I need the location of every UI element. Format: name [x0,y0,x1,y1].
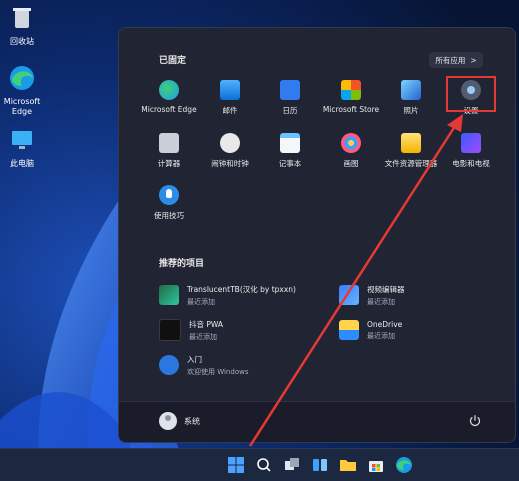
app-label: 日历 [282,106,298,115]
pinned-app-clock[interactable]: 闹钟和时钟 [198,133,262,169]
clock-icon [220,133,240,153]
pinned-app-edge[interactable]: Microsoft Edge [137,80,201,114]
pinned-app-movies[interactable]: 电影和电视 [439,133,503,169]
recommended-title: 推荐的项目 [159,259,205,269]
app-label: 记事本 [278,159,302,168]
calculator-icon [159,133,179,153]
desktop-icon-label: 此电脑 [10,159,34,168]
app-label: 使用技巧 [154,211,184,220]
pinned-app-store[interactable]: Microsoft Store [319,80,383,114]
calendar-icon [280,80,300,100]
widgets-icon [313,459,327,471]
tips-icon [159,185,179,205]
edge-icon [10,66,34,90]
douyin-icon [159,319,181,341]
windows-logo-icon [228,457,244,473]
recommended-title-text: TranslucentTB(汉化 by tpxxn) [187,284,296,294]
recommended-title-text: OneDrive [367,319,403,329]
all-apps-label: 所有应用 [435,55,466,65]
recommended-subtitle-text: 最近添加 [367,297,395,306]
chevron-right-icon: > [470,55,477,65]
desktop-icon-this-pc[interactable]: 此电脑 [0,126,44,169]
pinned-app-calculator[interactable]: 计算器 [137,133,201,169]
avatar [159,412,177,430]
recommended-item-get-started[interactable]: 入门 欢迎使用 Windows [159,350,248,380]
app-label: Microsoft Store [322,105,380,114]
desktop-icon-label: Microsoft Edge [3,97,41,116]
desktop-icon-label: 回收站 [10,37,34,46]
taskbar-store[interactable] [366,455,386,475]
user-name: 系统 [184,416,200,426]
search-button[interactable] [254,455,274,475]
taskbar-file-explorer[interactable] [338,455,358,475]
app-label: Microsoft Edge [141,105,197,114]
store-icon [341,80,361,100]
task-view-icon [285,458,299,470]
desktop-icon-edge[interactable]: Microsoft Edge [0,64,44,117]
monitor-icon [12,131,32,149]
power-icon[interactable] [469,415,481,427]
app-label: 照片 [403,106,419,115]
start-footer: 系统 [119,401,515,442]
pinned-app-photos[interactable]: 照片 [379,80,443,116]
desktop-icon-recycle-bin[interactable]: 回收站 [0,4,44,47]
pinned-app-paint[interactable]: 画图 [319,133,383,169]
video-editor-icon [339,285,359,305]
settings-highlight-box [446,76,496,112]
translucenttb-icon [159,285,179,305]
taskbar-edge[interactable] [394,455,414,475]
user-button[interactable]: 系统 [159,412,200,430]
recycle-bin-icon [13,8,31,28]
all-apps-button[interactable]: 所有应用 > [429,52,483,68]
recommended-title-text: 入门 [187,354,202,364]
folder-icon [401,133,421,153]
pinned-app-mail[interactable]: 邮件 [198,80,262,116]
app-label: 邮件 [222,106,238,115]
mail-icon [220,80,240,100]
notepad-icon [280,133,300,153]
app-label: 文件资源管理器 [384,159,438,168]
recommended-title-text: 抖音 PWA [189,319,224,329]
pinned-app-file-explorer[interactable]: 文件资源管理器 [379,133,443,169]
photos-icon [401,80,421,100]
app-label: 画图 [343,159,359,168]
edge-icon [159,80,179,100]
app-label: 电影和电视 [452,159,490,168]
widgets-button[interactable] [310,455,330,475]
recommended-subtitle-text: 最近添加 [189,332,217,341]
recommended-item-onedrive[interactable]: OneDrive 最近添加 [339,315,402,345]
onedrive-icon [339,320,359,340]
folder-icon [340,460,356,471]
app-label: 计算器 [157,159,181,168]
recommended-subtitle-text: 欢迎使用 Windows [187,367,249,376]
recommended-subtitle-text: 最近添加 [187,297,215,306]
app-label: 闹钟和时钟 [211,159,249,168]
recommended-title-text: 视频编辑器 [367,284,405,294]
paint-icon [341,133,361,153]
task-view-button[interactable] [282,455,302,475]
edge-icon [396,457,412,473]
recommended-item-douyin[interactable]: 抖音 PWA 最近添加 [159,315,223,345]
movies-icon [461,133,481,153]
get-started-icon [159,355,179,375]
store-icon [369,461,383,472]
search-icon [257,458,271,472]
start-button[interactable] [226,455,246,475]
taskbar [0,448,519,481]
pinned-app-calendar[interactable]: 日历 [258,80,322,116]
recommended-item-translucenttb[interactable]: TranslucentTB(汉化 by tpxxn) 最近添加 [159,280,296,310]
pinned-title: 已固定 [159,56,187,66]
pinned-app-notepad[interactable]: 记事本 [258,133,322,169]
recommended-item-video-editor[interactable]: 视频编辑器 最近添加 [339,280,405,310]
recommended-subtitle-text: 最近添加 [367,331,395,340]
pinned-app-tips[interactable]: 使用技巧 [137,185,201,221]
